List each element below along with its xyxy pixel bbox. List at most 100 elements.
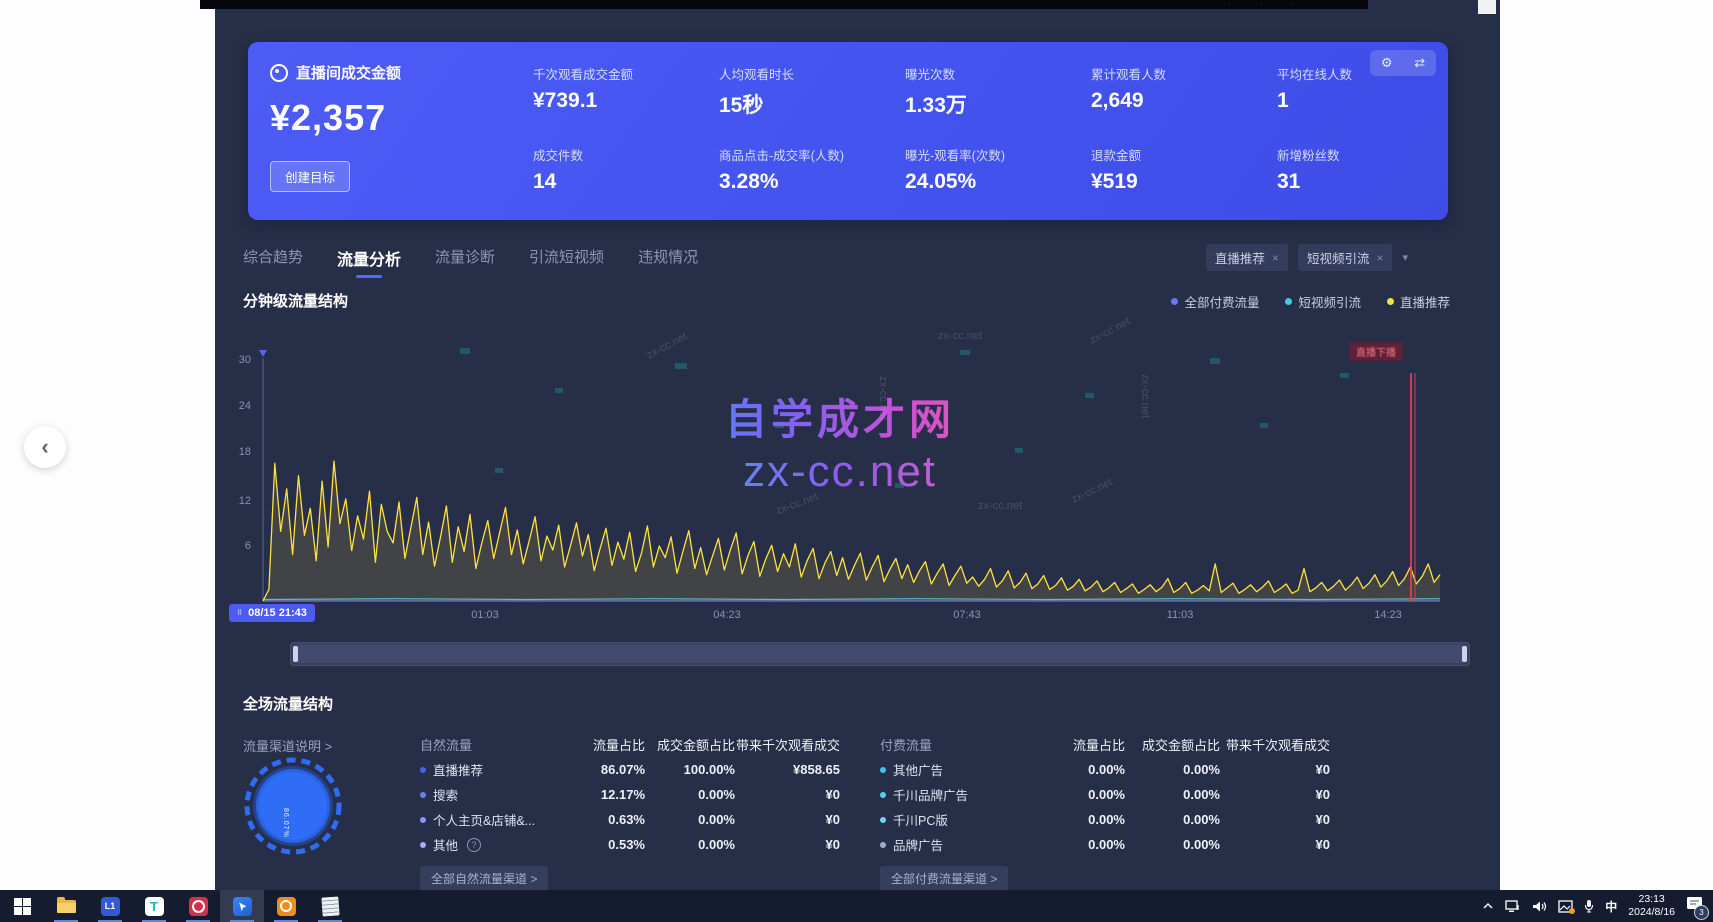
chip-label: 直播推荐 xyxy=(1215,248,1265,267)
target-icon xyxy=(270,64,288,82)
microphone-icon[interactable] xyxy=(1584,899,1594,913)
chip-close-icon[interactable]: × xyxy=(1272,251,1279,265)
y-tick: 6 xyxy=(221,540,251,552)
cell-gmv-share: 0.00% xyxy=(645,812,735,827)
metric-value: ¥739.1 xyxy=(533,89,719,113)
table-row-name: 搜索 xyxy=(420,785,560,804)
paid-traffic-table: 付费流量 流量占比 成交金额占比 带来千次观看成交 其他广告 0.00% 0.0… xyxy=(880,732,1330,891)
row-dot xyxy=(420,792,426,798)
table-row-name: 其他广告 xyxy=(880,760,1030,779)
clock[interactable]: 23:132024/8/16 xyxy=(1628,893,1675,919)
tab-short-video[interactable]: 引流短视频 xyxy=(529,246,604,278)
windows-taskbar: L1 T 中 23:132024/8/16 3 xyxy=(0,890,1713,922)
metric: 新增粉丝数31 xyxy=(1277,145,1463,194)
tab-bar: 综合趋势 流量分析 流量诊断 引流短视频 违规情况 xyxy=(243,246,698,278)
settings-gear-icon[interactable]: ⚙ xyxy=(1381,55,1393,71)
metric-value: ¥519 xyxy=(1091,170,1277,194)
create-goal-button[interactable]: 创建目标 xyxy=(270,161,350,192)
cell-gmv-share: 100.00% xyxy=(645,762,735,777)
stream-end-marker-line xyxy=(1410,373,1412,601)
windows-logo-icon xyxy=(14,898,31,915)
slider-left-handle[interactable] xyxy=(293,646,298,662)
info-icon[interactable]: ? xyxy=(467,838,481,852)
metric-value: 1.33万 xyxy=(905,89,1091,119)
row-dot xyxy=(420,767,426,773)
start-time-label: 08/15 21:43 xyxy=(248,607,307,619)
swap-arrows-icon[interactable]: ⇄ xyxy=(1414,55,1425,71)
all-natural-channels-link[interactable]: 全部自然流量渠道 > xyxy=(420,866,548,891)
legend-item-short-video[interactable]: 短视频引流 xyxy=(1285,292,1361,311)
notification-center-button[interactable]: 3 xyxy=(1686,896,1703,916)
chart-legend: 全部付费流量 短视频引流 直播推荐 xyxy=(1171,292,1450,311)
clock-time: 23:13 xyxy=(1639,893,1665,905)
tab-overall-trend[interactable]: 综合趋势 xyxy=(243,246,303,278)
time-range-badge[interactable]: ⠿08/15 21:43 xyxy=(229,604,315,622)
app-orange-button[interactable] xyxy=(264,890,308,922)
row-dot xyxy=(880,842,886,848)
notes-app-button[interactable] xyxy=(308,890,352,922)
folder-icon xyxy=(57,900,76,913)
cell-per-1k-gmv: ¥0 xyxy=(1220,787,1330,802)
tab-traffic-diagnosis[interactable]: 流量诊断 xyxy=(435,246,495,278)
chip-close-icon[interactable]: × xyxy=(1376,251,1383,265)
cell-per-1k-gmv: ¥0 xyxy=(735,787,840,802)
slider-right-handle[interactable] xyxy=(1462,646,1467,662)
app-l1-button[interactable]: L1 xyxy=(88,890,132,922)
tab-violations[interactable]: 违规情况 xyxy=(638,246,698,278)
y-tick: 24 xyxy=(221,400,251,412)
legend-label: 直播推荐 xyxy=(1400,292,1450,311)
chevron-down-icon[interactable]: ▾ xyxy=(1402,251,1408,264)
channel-explain-link[interactable]: 流量渠道说明 > xyxy=(243,736,332,755)
table-row-name: 品牌广告 xyxy=(880,835,1030,854)
legend-label: 全部付费流量 xyxy=(1184,292,1259,311)
metric: 人均观看时长15秒 xyxy=(719,64,905,119)
metric-label: 累计观看人数 xyxy=(1091,64,1277,83)
cell-traffic-share: 0.63% xyxy=(560,812,645,827)
row-dot xyxy=(880,767,886,773)
table-row-name: 千川品牌广告 xyxy=(880,785,1030,804)
filter-chip-short-video[interactable]: 短视频引流 × xyxy=(1298,244,1393,271)
notepad-icon xyxy=(321,896,339,916)
row-dot xyxy=(420,842,426,848)
col-header: 流量占比 xyxy=(1030,735,1125,754)
traffic-donut-chart: 86.07% xyxy=(243,756,343,856)
slider-selected-range[interactable] xyxy=(297,645,1463,663)
active-app-button[interactable] xyxy=(220,890,264,922)
x-tick: 11:03 xyxy=(1167,609,1194,621)
chart-range-slider[interactable] xyxy=(290,642,1470,666)
file-explorer-button[interactable] xyxy=(44,890,88,922)
cell-per-1k-gmv: ¥0 xyxy=(1220,837,1330,852)
browser-button[interactable] xyxy=(176,890,220,922)
col-header: 流量占比 xyxy=(560,735,645,754)
top-bar-artifacts: · · · xyxy=(1229,1,1308,7)
t-app-icon: T xyxy=(145,897,164,916)
carousel-prev-button[interactable]: ‹ xyxy=(24,426,66,468)
row-dot xyxy=(880,792,886,798)
tray-chevron-up-icon[interactable] xyxy=(1482,901,1494,911)
cell-gmv-share: 0.00% xyxy=(1125,787,1220,802)
filter-chip-live-recommend[interactable]: 直播推荐 × xyxy=(1206,244,1288,271)
app-t-button[interactable]: T xyxy=(132,890,176,922)
metric-value: 31 xyxy=(1277,170,1463,194)
tab-traffic-analysis[interactable]: 流量分析 xyxy=(337,246,401,278)
screenshot-tool-icon[interactable] xyxy=(1558,900,1573,913)
cell-traffic-share: 12.17% xyxy=(560,787,645,802)
cell-traffic-share: 86.07% xyxy=(560,762,645,777)
start-button[interactable] xyxy=(0,890,44,922)
cell-traffic-share: 0.00% xyxy=(1030,787,1125,802)
stream-end-marker-badge: 直播下播 xyxy=(1349,342,1403,361)
l1-app-icon: L1 xyxy=(101,897,120,916)
col-header: 带来千次观看成交 xyxy=(1220,735,1330,754)
legend-item-paid[interactable]: 全部付费流量 xyxy=(1171,292,1259,311)
volume-icon[interactable] xyxy=(1532,900,1547,913)
cell-gmv-share: 0.00% xyxy=(1125,812,1220,827)
all-paid-channels-link[interactable]: 全部付费流量渠道 > xyxy=(880,866,1008,891)
cell-per-1k-gmv: ¥858.65 xyxy=(735,762,840,777)
ime-indicator[interactable]: 中 xyxy=(1605,898,1617,915)
clock-date: 2024/8/16 xyxy=(1628,906,1675,918)
network-icon[interactable] xyxy=(1505,900,1521,913)
summary-banner: 直播间成交金额 ¥2,357 创建目标 千次观看成交金额¥739.1 人均观看时… xyxy=(248,42,1448,220)
minute-flow-chart: 30 24 18 12 6 ⠿08/15 21:43 01:03 04:23 0… xyxy=(255,328,1447,628)
legend-item-live-recommend[interactable]: 直播推荐 xyxy=(1387,292,1450,311)
cursor-app-icon xyxy=(233,897,252,916)
